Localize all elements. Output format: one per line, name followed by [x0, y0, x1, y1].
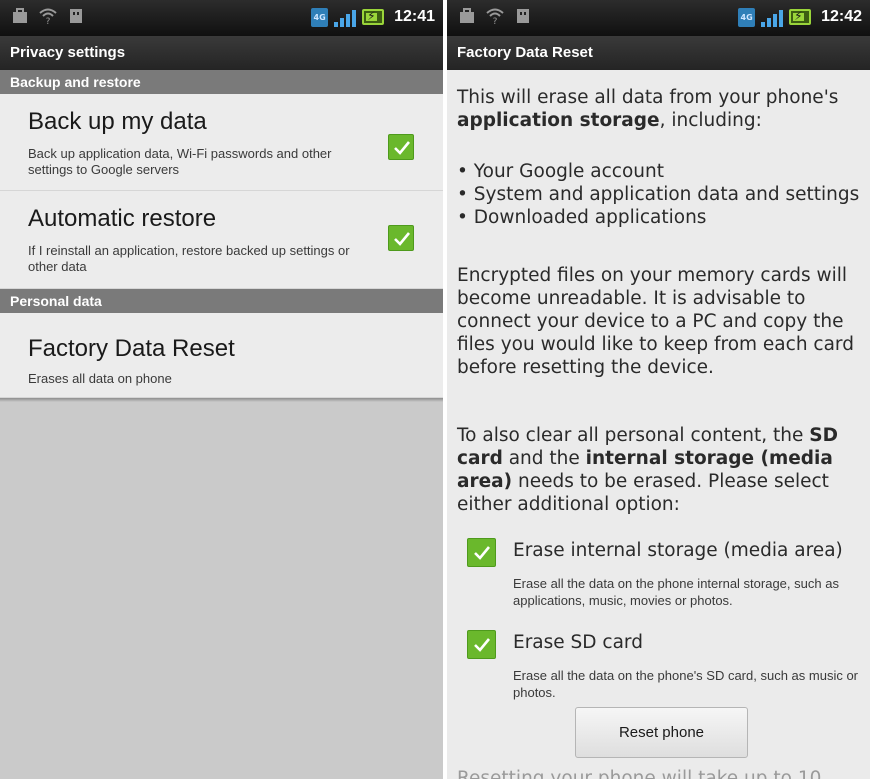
item-title: Back up my data [28, 108, 207, 135]
usb-icon [513, 7, 533, 27]
backup-my-data-item[interactable]: Back up my data Back up application data… [0, 94, 443, 191]
clock: 12:41 [394, 8, 435, 25]
backup-checkbox[interactable] [388, 134, 414, 160]
factory-data-reset-item[interactable]: Factory Data Reset Erases all data on ph… [0, 313, 443, 398]
privacy-settings-screen: ? 4G ⚡ 12:41 Privacy settings Backup and… [0, 0, 443, 779]
wifi-question-icon: ? [485, 7, 505, 27]
erase-list: • Your Google account • System and appli… [457, 160, 867, 229]
signal-strength-icon [761, 7, 784, 27]
reset-phone-button[interactable]: Reset phone [575, 707, 748, 758]
item-subtitle: Erases all data on phone [28, 371, 172, 386]
battery-charging-icon: ⚡ [789, 9, 812, 25]
svg-text:?: ? [46, 17, 51, 25]
automatic-restore-item[interactable]: Automatic restore If I reinstall an appl… [0, 191, 443, 289]
clear-text-1: To also clear all personal content, the [457, 425, 810, 446]
checkmark-icon [394, 232, 411, 246]
checkmark-icon [394, 141, 411, 155]
clear-text-2: and the [502, 448, 586, 469]
restore-checkbox[interactable] [388, 225, 414, 251]
checkmark-icon [474, 546, 491, 560]
item-subtitle: Back up application data, Wi-Fi password… [28, 146, 332, 177]
status-bar: ? 4G ⚡ 12:42 [447, 0, 870, 36]
intro-prefix: This will erase all data from your phone… [457, 87, 839, 108]
erase-internal-storage-description: Erase all the data on the phone internal… [513, 576, 839, 608]
erase-internal-storage-label[interactable]: Erase internal storage (media area) [513, 540, 843, 561]
encrypted-warning-text: Encrypted files on your memory cards wil… [457, 265, 854, 378]
battery-charging-icon: ⚡ [362, 9, 385, 25]
clear-content-text: To also clear all personal content, the … [457, 424, 867, 516]
clear-text-3: needs to be erased. Please select either… [457, 471, 829, 515]
erase-sd-card-checkbox[interactable] [467, 630, 496, 659]
intro-bold: application storage [457, 110, 660, 131]
status-bar: ? 4G ⚡ 12:41 [0, 0, 443, 36]
item-title: Automatic restore [28, 205, 217, 232]
list-item: • Downloaded applications [457, 207, 707, 228]
page-title: Factory Data Reset [447, 36, 870, 70]
item-subtitle: If I reinstall an application, restore b… [28, 243, 350, 274]
clock: 12:42 [821, 8, 862, 25]
section-header-personal-data: Personal data [0, 289, 443, 313]
section-header-backup: Backup and restore [0, 70, 443, 94]
checkmark-icon [474, 638, 491, 652]
erase-sd-card-description: Erase all the data on the phone's SD car… [513, 668, 859, 700]
factory-reset-screen: ? 4G ⚡ 12:42 Factory Data Reset This wil… [447, 0, 870, 779]
reset-duration-text: Resetting your phone will take up to 10 [457, 768, 822, 779]
page-title: Privacy settings [0, 36, 443, 70]
erase-internal-storage-checkbox[interactable] [467, 538, 496, 567]
intro-text: This will erase all data from your phone… [457, 86, 867, 132]
erase-sd-card-label[interactable]: Erase SD card [513, 632, 643, 653]
list-item: • Your Google account [457, 161, 664, 182]
list-shadow [0, 398, 443, 402]
network-4g-icon: 4G [311, 7, 329, 27]
network-4g-icon: 4G [738, 7, 756, 27]
usb-icon [66, 7, 86, 27]
wifi-question-icon: ? [38, 7, 58, 27]
svg-text:?: ? [493, 17, 498, 25]
notification-bag-icon [457, 7, 477, 27]
item-title: Factory Data Reset [28, 335, 235, 362]
signal-strength-icon [334, 7, 357, 27]
notification-bag-icon [10, 7, 30, 27]
intro-suffix: , including: [659, 110, 762, 131]
list-item: • System and application data and settin… [457, 184, 860, 205]
